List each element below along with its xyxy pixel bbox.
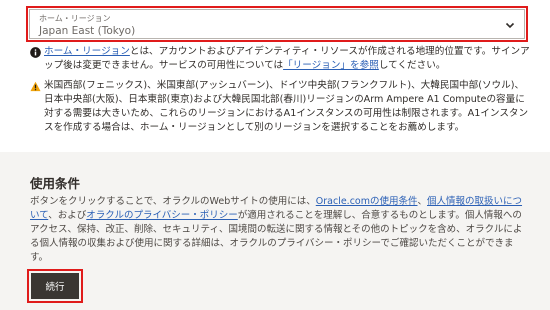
terms-text-b: 、 [417, 196, 428, 207]
region-select-value: Japan East (Tokyo) [39, 25, 136, 37]
region-section: ホーム・リージョン Japan East (Tokyo) ホーム・リージョンとは… [0, 0, 550, 152]
info-note-text: ホーム・リージョンとは、アカウントおよびアイデンティティ・リソースが作成される地… [44, 45, 530, 73]
info-note-text-b: してください。 [378, 60, 446, 71]
warning-note: 米国西部(フェニックス)、米国東部(アッシュバーン)、ドイツ中央部(フランクフル… [30, 79, 530, 135]
warning-note-text: 米国西部(フェニックス)、米国東部(アッシュバーン)、ドイツ中央部(フランクフル… [44, 80, 529, 133]
region-reference-link[interactable]: 「リージョン」を参照 [283, 60, 379, 71]
continue-button[interactable]: 続行 [31, 273, 79, 299]
privacy-policy-link[interactable]: オラクルのプライバシー・ポリシー [86, 210, 238, 221]
region-select-highlight: ホーム・リージョン Japan East (Tokyo) [26, 6, 528, 42]
terms-text: ボタンをクリックすることで、オラクルのWebサイトの使用には、Oracle.co… [30, 195, 530, 265]
terms-text-c: 、および [48, 210, 87, 221]
region-select-label: ホーム・リージョン [39, 14, 111, 23]
chevron-down-icon[interactable] [504, 19, 516, 31]
info-note: ホーム・リージョンとは、アカウントおよびアイデンティティ・リソースが作成される地… [30, 45, 530, 73]
oracle-terms-link[interactable]: Oracle.comの使用条件 [316, 196, 418, 207]
terms-title: 使用条件 [30, 176, 81, 191]
continue-button-highlight: 続行 [27, 269, 83, 303]
info-icon [30, 47, 41, 58]
home-region-select[interactable]: ホーム・リージョン Japan East (Tokyo) [29, 9, 525, 39]
warning-icon [30, 81, 41, 92]
terms-text-a: ボタンをクリックすることで、オラクルのWebサイトの使用には、 [30, 196, 316, 207]
home-region-link[interactable]: ホーム・リージョン [44, 46, 130, 57]
